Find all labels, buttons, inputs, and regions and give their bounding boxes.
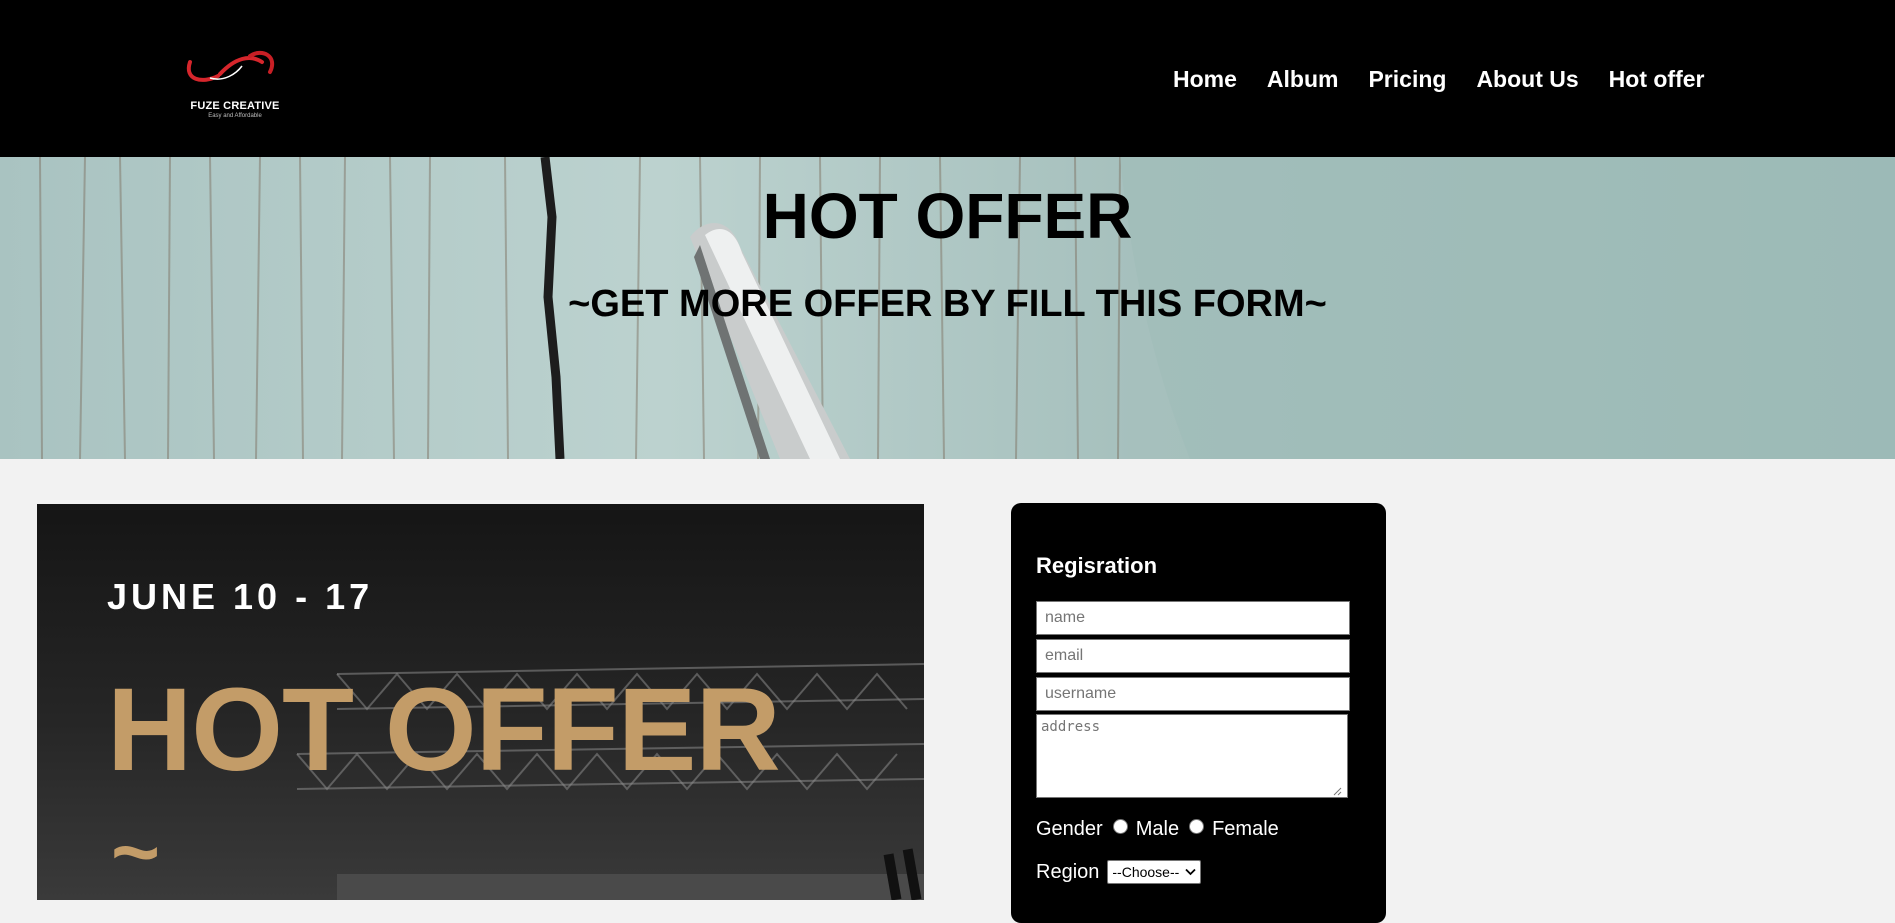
gender-male-label: Male [1135, 818, 1180, 840]
registration-form: Regisration Gender Male Female Region --… [1011, 503, 1386, 923]
logo-text: FUZE CREATIVE [190, 100, 280, 112]
region-select[interactable]: --Choose-- [1107, 860, 1202, 884]
gender-female-label: Female [1212, 818, 1279, 840]
nav-album-link[interactable]: Album [1267, 66, 1339, 93]
region-label: Region [1036, 860, 1100, 883]
region-row: Region --Choose-- [1036, 860, 1202, 884]
gender-female-radio[interactable] [1189, 819, 1205, 834]
nav-home-link[interactable]: Home [1173, 66, 1237, 93]
hero-title: HOT OFFER [762, 180, 1133, 252]
poster-title: HOT OFFER [107, 664, 781, 796]
gender-label: Gender [1036, 818, 1103, 840]
nav-pricing-link[interactable]: Pricing [1368, 66, 1446, 93]
form-title: Regisration [1036, 553, 1158, 578]
nav-hot-offer-link[interactable]: Hot offer [1609, 66, 1705, 93]
username-input[interactable] [1036, 677, 1350, 711]
hero-subtitle: ~GET MORE OFFER BY FILL THIS FORM~ [568, 283, 1327, 325]
nav-about-us-link[interactable]: About Us [1476, 66, 1578, 93]
gender-row: Gender Male Female [1036, 818, 1279, 841]
logo-swoosh-icon [186, 50, 274, 82]
main-nav: Home Album Pricing About Us Hot offer [1173, 66, 1704, 93]
hot-offer-poster-image: JUNE 10 - 17 HOT OFFER ~ [37, 504, 924, 900]
hero-banner: HOT OFFER ~GET MORE OFFER BY FILL THIS F… [0, 157, 1895, 459]
name-input[interactable] [1036, 601, 1350, 635]
poster-date: JUNE 10 - 17 [107, 576, 374, 617]
poster-tilde: ~ [111, 805, 161, 899]
chevron-down-icon [1185, 868, 1196, 876]
navbar: FUZE CREATIVE Easy and Affordable Home A… [0, 0, 1895, 157]
region-selected-value: --Choose-- [1112, 864, 1180, 880]
email-input[interactable] [1036, 639, 1350, 673]
site-logo[interactable]: FUZE CREATIVE Easy and Affordable [180, 50, 290, 122]
textarea-resize-grip-icon[interactable] [1332, 786, 1342, 796]
logo-tagline: Easy and Affordable [208, 113, 262, 119]
gender-male-radio[interactable] [1112, 819, 1128, 834]
address-textarea[interactable] [1036, 714, 1348, 798]
